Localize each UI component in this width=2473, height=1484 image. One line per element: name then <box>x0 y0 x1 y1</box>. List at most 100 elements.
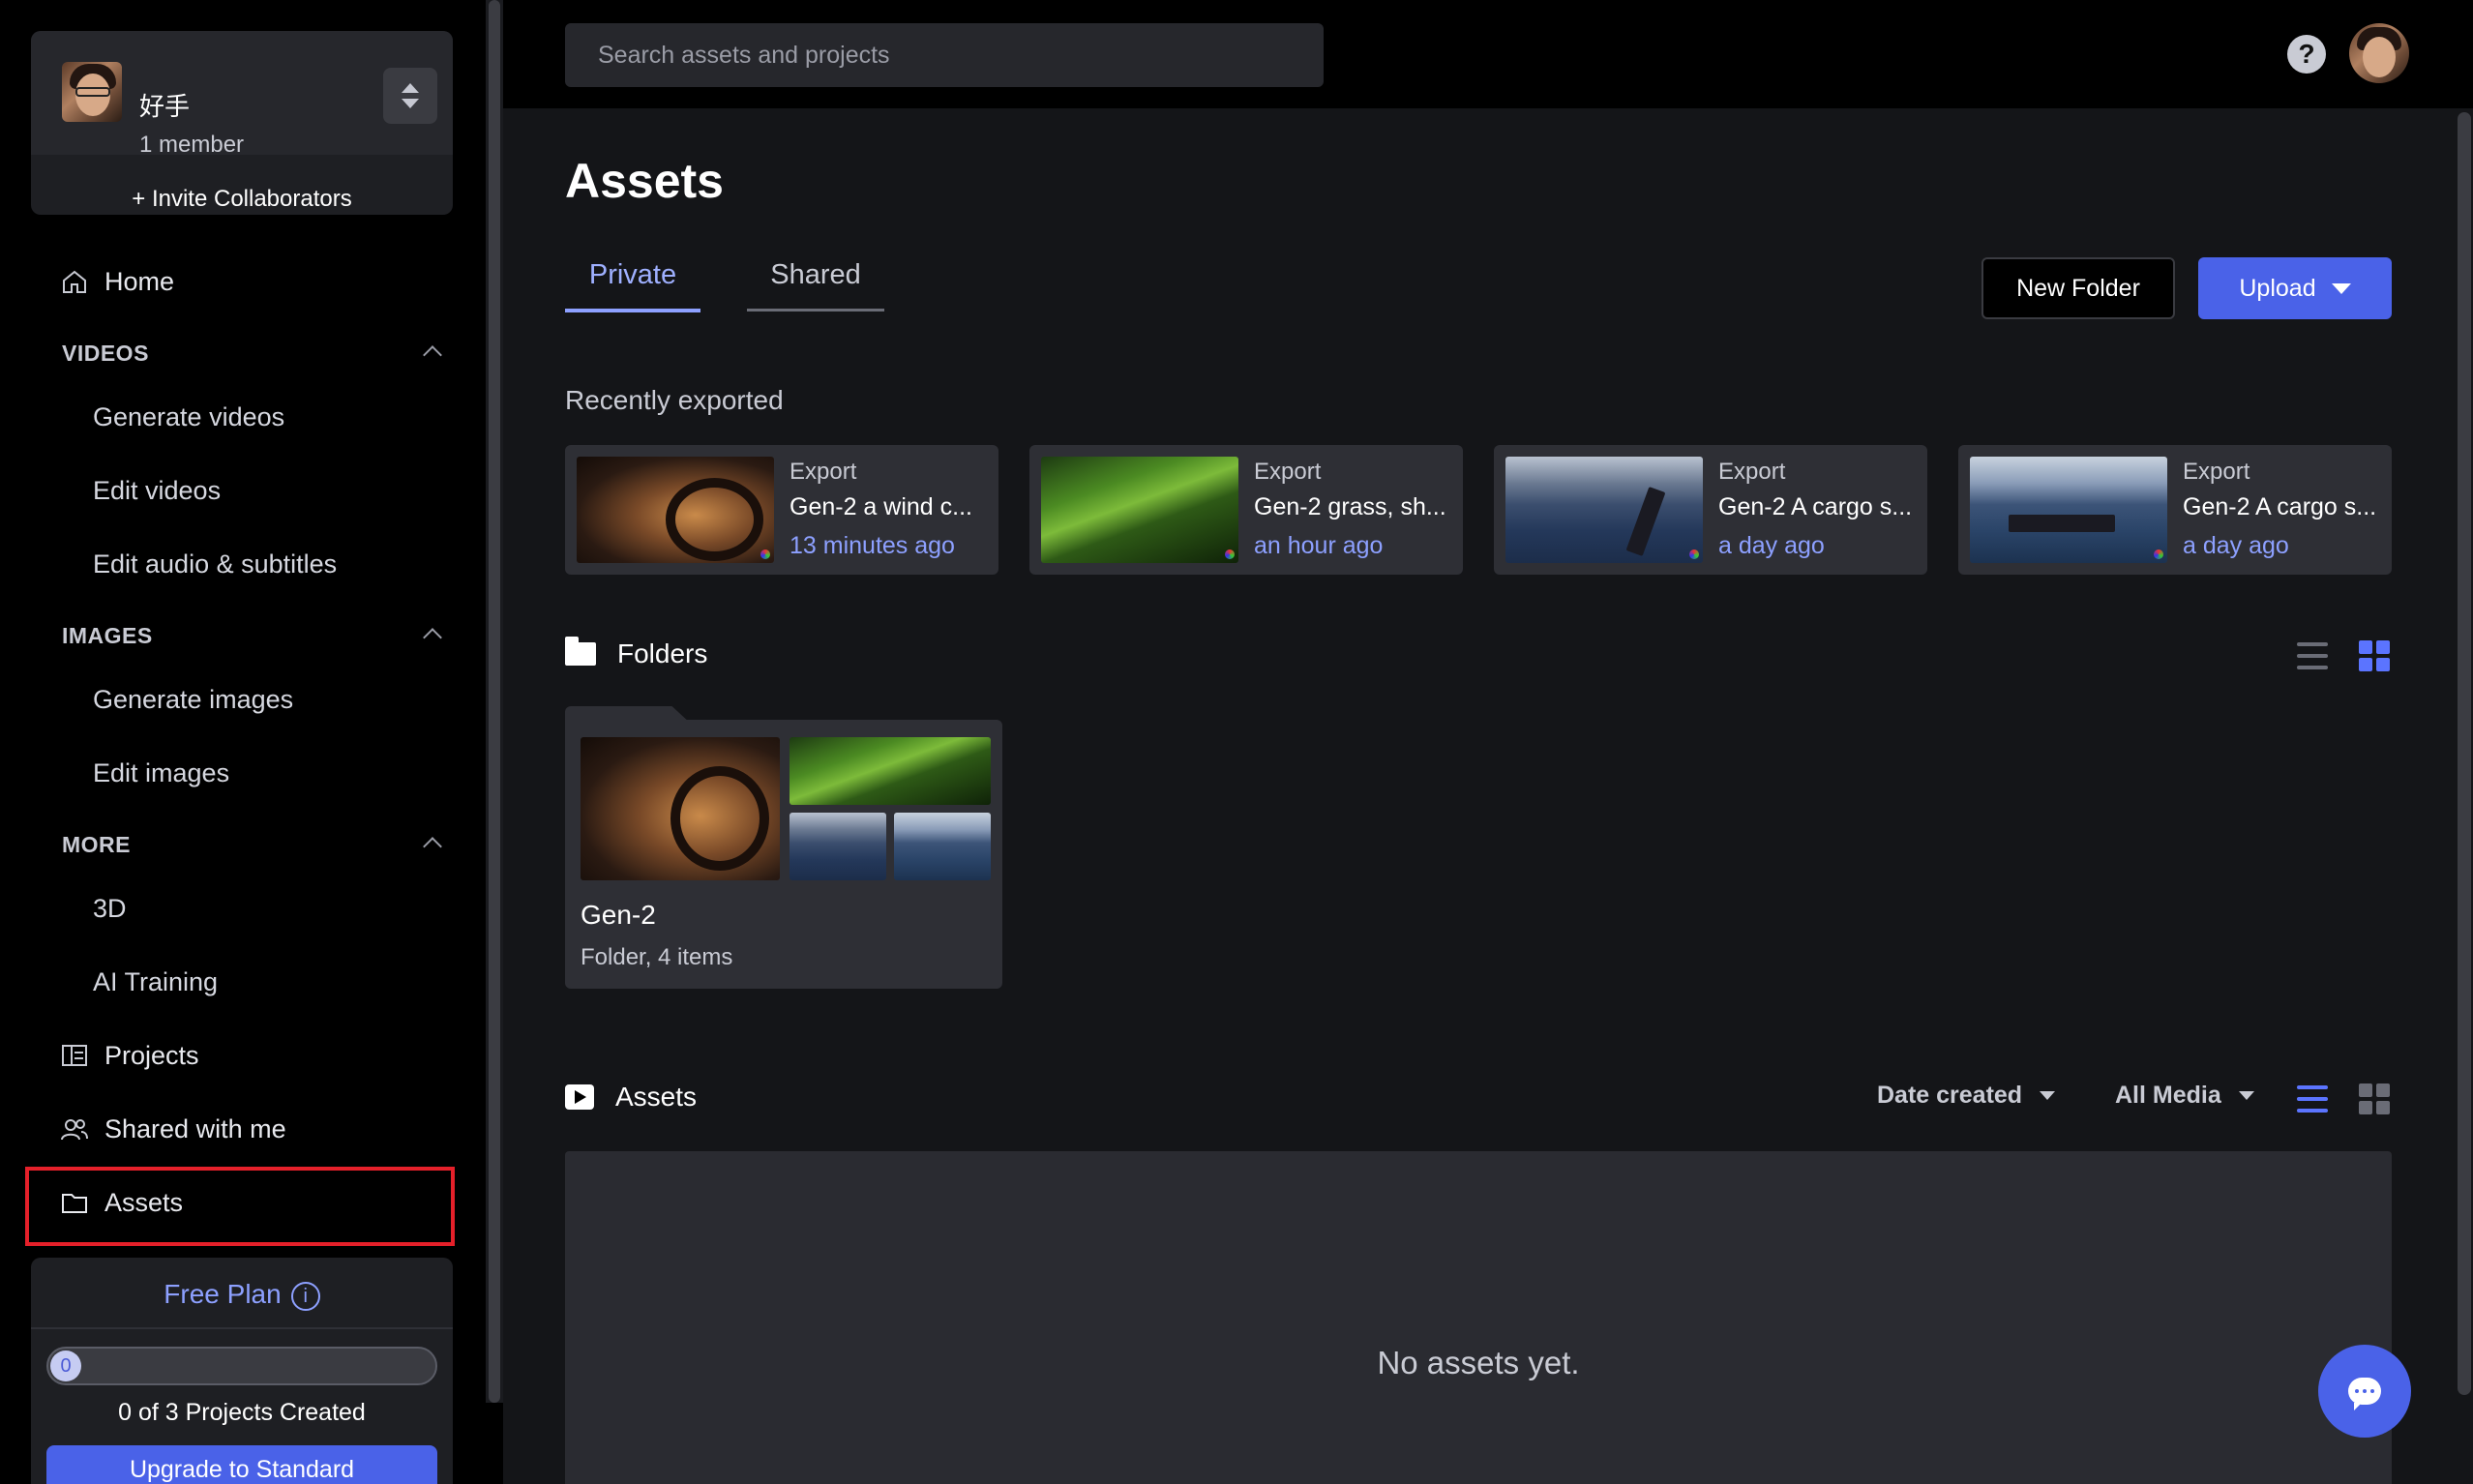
workspace-name: 好手 <box>139 92 191 121</box>
workspace-switcher-button[interactable] <box>383 68 437 124</box>
projects-created-count: 0 of 3 Projects Created <box>118 1399 366 1426</box>
export-time: 13 minutes ago <box>790 532 955 559</box>
sidebar-item-label: Projects <box>104 1040 199 1070</box>
divider <box>31 1327 453 1329</box>
page-title: Assets <box>565 154 724 208</box>
sidebar: 好手 1 member + Invite Collaborators Home … <box>0 0 484 1484</box>
folder-icon <box>565 637 596 666</box>
assets-empty-state: No assets yet. <box>565 1151 2392 1484</box>
main-scrollbar[interactable] <box>2454 108 2473 1484</box>
sidebar-item-projects[interactable]: Projects <box>60 1031 199 1080</box>
sidebar-item-ai-training[interactable]: AI Training <box>93 967 218 997</box>
caret-down-icon <box>2238 1091 2254 1100</box>
section-videos: VIDEOS <box>62 341 149 366</box>
workspace-header[interactable]: 好手 1 member <box>31 31 453 158</box>
empty-message: No assets yet. <box>1377 1345 1580 1380</box>
chat-button[interactable] <box>2318 1345 2411 1438</box>
list-view-icon[interactable] <box>2297 642 2328 669</box>
sidebar-item-label: Assets <box>104 1187 184 1217</box>
workspace-card: 好手 1 member + Invite Collaborators <box>31 31 453 215</box>
avatar[interactable] <box>2349 23 2409 83</box>
tab-shared[interactable]: Shared <box>747 259 884 312</box>
chevron-up-icon <box>402 83 419 93</box>
export-name: Gen-2 A cargo s... <box>2183 493 2377 520</box>
color-dot-icon <box>2154 549 2163 559</box>
color-dot-icon <box>760 549 770 559</box>
export-name: Gen-2 a wind c... <box>790 493 972 520</box>
export-card[interactable]: Export Gen-2 grass, sh... an hour ago <box>1029 445 1463 575</box>
recently-exported-heading: Recently exported <box>565 385 784 415</box>
export-thumbnail <box>577 457 774 563</box>
chevron-up-icon[interactable] <box>423 837 442 856</box>
chevron-down-icon <box>402 99 419 108</box>
sidebar-item-generate-images[interactable]: Generate images <box>93 685 293 715</box>
folders-heading: Folders <box>565 637 708 669</box>
plan-label: Free Plan i <box>31 1279 453 1311</box>
export-kind: Export <box>2183 459 2250 485</box>
export-time: an hour ago <box>1254 532 1384 559</box>
help-icon[interactable]: ? <box>2287 35 2326 74</box>
folder-thumbnail <box>790 813 886 880</box>
folder-icon <box>62 1194 87 1213</box>
list-view-icon[interactable] <box>2297 1085 2328 1113</box>
grid-view-icon[interactable] <box>2359 640 2390 671</box>
folders-label: Folders <box>617 638 708 668</box>
projects-progress-bar: 0 <box>46 1347 437 1385</box>
folder-thumbnail <box>790 737 991 805</box>
export-time: a day ago <box>2183 532 2289 559</box>
sidebar-item-3d[interactable]: 3D <box>93 894 127 924</box>
scrollbar-thumb[interactable] <box>2458 112 2471 1395</box>
sidebar-item-assets[interactable]: Assets <box>60 1178 183 1227</box>
chevron-up-icon[interactable] <box>423 628 442 647</box>
scrollbar-thumb[interactable] <box>489 0 500 1403</box>
sidebar-item-home[interactable]: Home <box>60 257 174 306</box>
color-dot-icon <box>1225 549 1235 559</box>
search-input[interactable] <box>565 23 1324 87</box>
info-icon[interactable]: i <box>290 1281 320 1311</box>
workspace-avatar <box>62 62 122 122</box>
grid-view-icon[interactable] <box>2359 1083 2390 1114</box>
media-filter-dropdown[interactable]: All Media <box>2115 1082 2254 1110</box>
upload-label: Upload <box>2239 274 2316 302</box>
export-thumbnail <box>1505 457 1703 563</box>
sidebar-item-label: Shared with me <box>104 1113 286 1143</box>
workspace-members: 1 member <box>139 132 245 158</box>
folder-meta: Folder, 4 items <box>581 944 733 970</box>
new-folder-button[interactable]: New Folder <box>1981 257 2175 319</box>
top-bar: ? <box>503 0 2473 108</box>
export-name: Gen-2 grass, sh... <box>1254 493 1446 520</box>
filter-label: All Media <box>2115 1082 2221 1109</box>
caret-down-icon <box>2040 1091 2056 1100</box>
invite-collaborators-button[interactable]: + Invite Collaborators <box>31 186 453 213</box>
sidebar-item-edit-videos[interactable]: Edit videos <box>93 476 221 506</box>
sort-dropdown[interactable]: Date created <box>1877 1082 2056 1110</box>
section-images: IMAGES <box>62 623 153 648</box>
sidebar-item-edit-images[interactable]: Edit images <box>93 758 229 788</box>
plan-card: Free Plan i 0 0 of 3 Projects Created Upg… <box>31 1258 453 1484</box>
export-card[interactable]: Export Gen-2 A cargo s... a day ago <box>1958 445 2392 575</box>
export-card[interactable]: Export Gen-2 a wind c... 13 minutes ago <box>565 445 998 575</box>
assets-heading: Assets <box>565 1082 697 1113</box>
export-name: Gen-2 A cargo s... <box>1718 493 1913 520</box>
sidebar-item-generate-videos[interactable]: Generate videos <box>93 402 284 432</box>
export-kind: Export <box>790 459 857 485</box>
caret-down-icon <box>2331 282 2351 294</box>
sort-label: Date created <box>1877 1082 2023 1109</box>
sidebar-item-edit-audio[interactable]: Edit audio & subtitles <box>93 549 337 579</box>
export-time: a day ago <box>1718 532 1825 559</box>
upload-button[interactable]: Upload <box>2198 257 2392 319</box>
export-kind: Export <box>1718 459 1786 485</box>
sidebar-item-shared-with-me[interactable]: Shared with me <box>60 1105 286 1153</box>
home-icon <box>63 270 86 293</box>
sidebar-scrollbar[interactable] <box>486 0 503 1403</box>
chevron-up-icon[interactable] <box>423 345 442 365</box>
sidebar-item-label: Home <box>104 266 175 296</box>
folder-thumbnail <box>581 737 780 880</box>
folder-card[interactable]: Gen-2 Folder, 4 items <box>565 720 1002 989</box>
tab-private[interactable]: Private <box>565 259 700 312</box>
plan-name: Free Plan <box>164 1279 282 1309</box>
export-kind: Export <box>1254 459 1322 485</box>
assets-label: Assets <box>615 1082 698 1112</box>
export-card[interactable]: Export Gen-2 A cargo s... a day ago <box>1494 445 1927 575</box>
upgrade-button[interactable]: Upgrade to Standard <box>46 1445 437 1484</box>
